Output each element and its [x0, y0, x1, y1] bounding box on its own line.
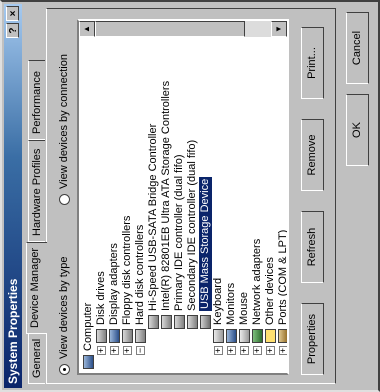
device-tree-row[interactable]: + Mouse: [238, 292, 251, 355]
device-tree-label: Network adapters: [251, 238, 263, 325]
expand-icon[interactable]: +: [109, 346, 119, 355]
cancel-button[interactable]: Cancel: [346, 12, 369, 84]
floppy-controller-icon: [122, 329, 133, 343]
device-tree-row[interactable]: Primary IDE controller (dual fifo): [173, 155, 186, 342]
device-tree-row[interactable]: + Network adapters: [251, 239, 264, 355]
device-tree-label: Mouse: [238, 291, 250, 325]
tab-general[interactable]: General: [28, 332, 45, 384]
print-button[interactable]: Print...: [301, 27, 324, 99]
device-tree-label: Intel(R) 82801EB Ultra ATA Storage Contr…: [160, 80, 172, 311]
view-by-type-label: View devices by type: [58, 256, 70, 359]
device-tree-row[interactable]: Hi-Speed USB-SATA Bridge Controller: [147, 124, 160, 341]
view-by-connection-label: View devices by connection: [58, 54, 70, 189]
close-button[interactable]: ×: [6, 6, 19, 21]
network-adapter-icon: [252, 329, 263, 343]
system-properties-window: System Properties ? × General Device Man…: [0, 0, 380, 392]
device-tree-label: USB Mass Storage Device: [199, 176, 212, 311]
controller-icon: [161, 315, 172, 329]
device-tree-label: Ports (COM & LPT): [277, 229, 289, 325]
expand-icon[interactable]: +: [239, 346, 249, 355]
mouse-icon: [239, 329, 250, 343]
ports-icon: [278, 329, 289, 343]
device-tree[interactable]: ▲ ▼ Computer + Disk drives + Display adapter…: [77, 19, 289, 375]
radio-selected-icon: [58, 364, 70, 375]
hard-disk-controller-icon: [135, 329, 146, 343]
device-tree-row[interactable]: + Monitors: [225, 283, 238, 355]
device-tree-label: Keyboard: [212, 277, 224, 325]
device-tree-label: Floppy disk controllers: [121, 215, 133, 325]
expand-icon[interactable]: +: [278, 346, 288, 355]
device-tree-row[interactable]: + Other devices: [264, 257, 277, 355]
collapse-icon[interactable]: −: [135, 346, 145, 355]
device-tree-row[interactable]: − Hard disk controllers: [134, 225, 147, 355]
device-tree-label: Hi-Speed USB-SATA Bridge Controller: [147, 123, 159, 311]
ok-button[interactable]: OK: [346, 94, 369, 166]
scroll-thumb[interactable]: [95, 21, 245, 37]
monitor-icon: [226, 329, 237, 343]
tab-device-manager[interactable]: Device Manager: [26, 242, 47, 334]
vertical-scrollbar[interactable]: ▲ ▼: [79, 21, 287, 37]
title-bar[interactable]: System Properties ? ×: [4, 4, 22, 388]
expand-icon[interactable]: +: [252, 346, 262, 355]
device-tree-label: Primary IDE controller (dual fifo): [173, 154, 185, 312]
device-tree-row[interactable]: USB Mass Storage Device: [199, 176, 212, 341]
controller-icon: [148, 315, 159, 329]
expand-icon[interactable]: +: [96, 346, 106, 355]
scroll-up-arrow-icon[interactable]: ▲: [79, 21, 95, 37]
expand-icon[interactable]: +: [213, 346, 223, 355]
keyboard-icon: [213, 329, 224, 343]
expand-icon[interactable]: +: [122, 346, 132, 355]
usb-device-icon: [200, 315, 211, 329]
other-devices-icon: [265, 329, 276, 343]
view-by-connection-radio[interactable]: View devices by connection: [58, 54, 70, 205]
view-options: View devices by type View devices by con…: [57, 17, 73, 375]
device-tree-label: Hard disk controllers: [134, 224, 146, 325]
tab-performance[interactable]: Performance: [28, 60, 45, 140]
controller-icon: [187, 315, 198, 329]
device-tree-row[interactable]: + Floppy disk controllers: [121, 216, 134, 355]
expand-icon[interactable]: +: [226, 346, 236, 355]
scroll-down-arrow-icon[interactable]: ▼: [271, 21, 287, 37]
device-tree-label: Computer: [82, 302, 94, 351]
device-tree-row[interactable]: Computer: [82, 303, 95, 369]
device-tree-label: Secondary IDE controller (dual fifo): [186, 139, 198, 311]
display-adapter-icon: [109, 329, 120, 343]
disk-drive-icon: [96, 329, 107, 343]
rotated-stage: System Properties ? × General Device Man…: [0, 0, 380, 392]
device-tree-row[interactable]: + Disk drives: [95, 271, 108, 355]
expand-icon[interactable]: +: [265, 346, 275, 355]
device-tree-label: Disk drives: [95, 271, 107, 325]
device-tree-row[interactable]: + Display adapters: [108, 243, 121, 355]
device-tree-label: Monitors: [225, 282, 237, 325]
view-by-type-radio[interactable]: View devices by type: [58, 256, 70, 375]
radio-unselected-icon: [58, 194, 70, 205]
device-tree-row[interactable]: + Keyboard: [212, 278, 225, 355]
device-tree-label: Display adapters: [108, 243, 120, 325]
device-tree-row[interactable]: + Ports (COM & LPT): [277, 230, 289, 355]
tab-hardware-profiles[interactable]: Hardware Profiles: [28, 140, 45, 242]
properties-button[interactable]: Properties: [301, 303, 324, 375]
refresh-button[interactable]: Refresh: [301, 211, 324, 283]
device-tree-label: Other devices: [264, 257, 276, 325]
help-button[interactable]: ?: [6, 23, 19, 38]
device-tree-row[interactable]: Secondary IDE controller (dual fifo): [186, 140, 199, 341]
device-manager-panel: View devices by type View devices by con…: [46, 8, 336, 384]
window-title: System Properties: [6, 278, 20, 384]
controller-icon: [174, 315, 185, 329]
device-tree-row[interactable]: Intel(R) 82801EB Ultra ATA Storage Contr…: [160, 81, 173, 341]
computer-icon: [83, 355, 94, 369]
remove-button[interactable]: Remove: [301, 119, 324, 191]
